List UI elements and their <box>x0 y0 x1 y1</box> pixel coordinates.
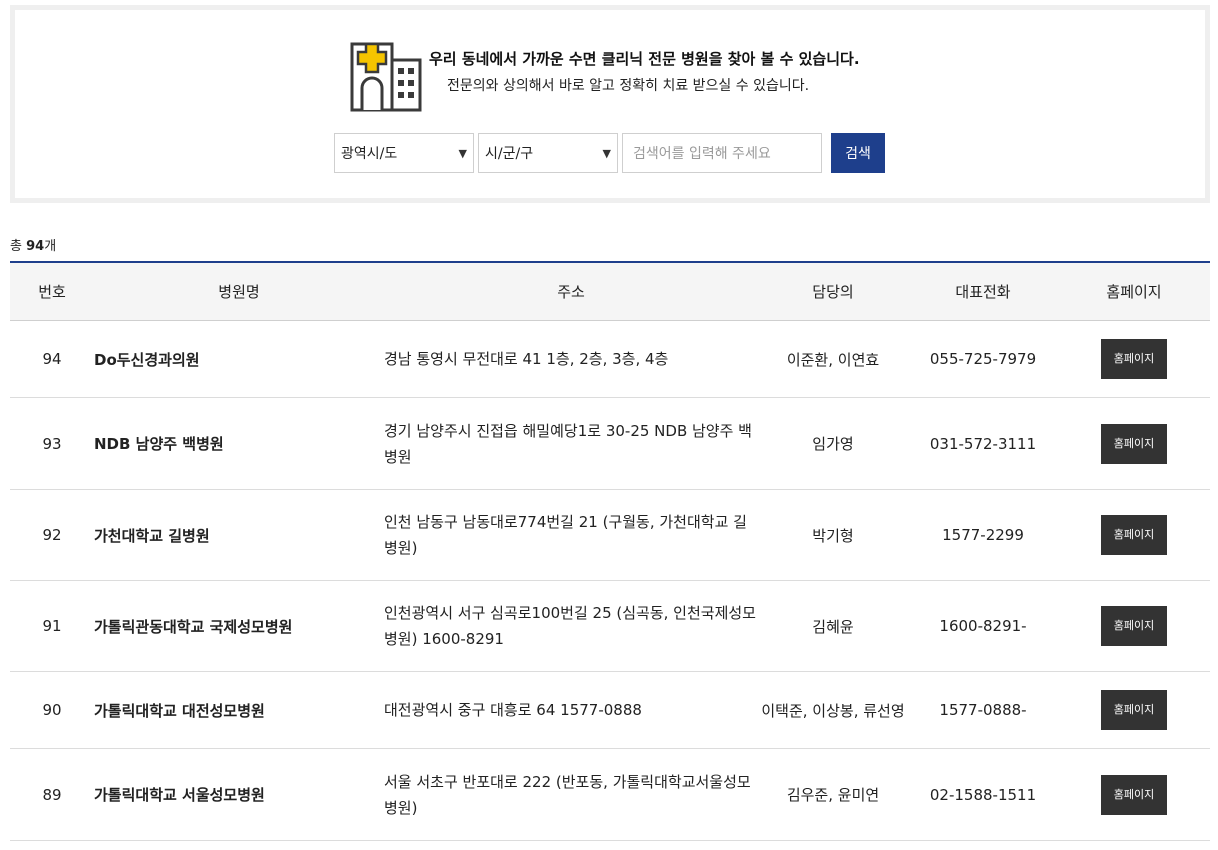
table-header-row: 번호 병원명 주소 담당의 대표전화 홈페이지 <box>10 262 1210 321</box>
province-select[interactable]: 광역시/도 ▼ <box>334 133 474 173</box>
hospital-address: 인천광역시 서구 심곡로100번길 25 (심곡동, 인천국제성모병원) 160… <box>384 580 758 672</box>
city-select-value: 시/군/구 <box>485 146 534 162</box>
homepage-button[interactable]: 홈페이지 <box>1101 690 1167 730</box>
hospital-phone: 02-1588-1511 <box>908 748 1058 841</box>
column-header-address: 주소 <box>384 262 758 321</box>
hospital-address: 대전광역시 중구 대흥로 64 1577-0888 <box>384 671 758 749</box>
homepage-button[interactable]: 홈페이지 <box>1101 515 1167 555</box>
homepage-button[interactable]: 홈페이지 <box>1101 606 1167 646</box>
hospital-phone: 1577-0888- <box>908 671 1058 749</box>
result-count-suffix: 개 <box>44 239 57 254</box>
search-panel: 우리 동네에서 가까운 수면 클리닉 전문 병원을 찾아 볼 수 있습니다. 전… <box>10 5 1210 203</box>
search-input-placeholder: 검색어를 입력해 주세요 <box>633 146 771 162</box>
homepage-button[interactable]: 홈페이지 <box>1101 339 1167 379</box>
province-select-value: 광역시/도 <box>341 146 398 162</box>
hospital-doctor: 임가영 <box>758 397 908 490</box>
hospital-phone: 1600-8291- <box>908 580 1058 672</box>
table-row: 91 가톨릭관동대학교 국제성모병원 인천광역시 서구 심곡로100번길 25 … <box>10 580 1210 672</box>
row-number: 90 <box>10 671 94 749</box>
hospital-address: 서울 서초구 반포대로 222 (반포동, 가톨릭대학교서울성모병원) <box>384 748 758 841</box>
page-subtitle: 전문의와 상의해서 바로 알고 정확히 치료 받으실 수 있습니다. <box>447 78 810 94</box>
hospital-table: 번호 병원명 주소 담당의 대표전화 홈페이지 94 Do두신경과의원 경남 통… <box>10 261 1210 841</box>
column-header-doctor: 담당의 <box>758 262 908 321</box>
column-header-number: 번호 <box>10 262 94 321</box>
page-title: 우리 동네에서 가까운 수면 클리닉 전문 병원을 찾아 볼 수 있습니다. <box>429 50 860 68</box>
row-number: 93 <box>10 397 94 490</box>
column-header-phone: 대표전화 <box>908 262 1058 321</box>
hospital-name-link[interactable]: NDB 남양주 백병원 <box>94 397 384 490</box>
hospital-address: 인천 남동구 남동대로774번길 21 (구월동, 가천대학교 길병원) <box>384 489 758 581</box>
table-row: 94 Do두신경과의원 경남 통영시 무전대로 41 1층, 2층, 3층, 4… <box>10 320 1210 398</box>
search-input[interactable]: 검색어를 입력해 주세요 <box>622 133 822 173</box>
hospital-address: 경기 남양주시 진접읍 해밀예당1로 30-25 NDB 남양주 백병원 <box>384 397 758 490</box>
table-row: 93 NDB 남양주 백병원 경기 남양주시 진접읍 해밀예당1로 30-25 … <box>10 397 1210 490</box>
row-number: 91 <box>10 580 94 672</box>
hospital-phone: 031-572-3111 <box>908 397 1058 490</box>
hospital-icon <box>350 42 422 112</box>
chevron-down-icon: ▼ <box>458 146 467 160</box>
row-number: 89 <box>10 748 94 841</box>
table-row: 92 가천대학교 길병원 인천 남동구 남동대로774번길 21 (구월동, 가… <box>10 489 1210 581</box>
result-count-number: 94 <box>26 239 45 254</box>
homepage-button[interactable]: 홈페이지 <box>1101 423 1167 464</box>
column-header-hospital-name: 병원명 <box>94 262 384 321</box>
hospital-doctor: 김우준, 윤미연 <box>758 748 908 841</box>
hospital-phone: 055-725-7979 <box>908 320 1058 398</box>
search-button[interactable]: 검색 <box>831 133 885 173</box>
hospital-name-link[interactable]: 가톨릭관동대학교 국제성모병원 <box>94 580 384 672</box>
hospital-name-link[interactable]: 가톨릭대학교 서울성모병원 <box>94 748 384 841</box>
column-header-homepage: 홈페이지 <box>1058 262 1210 321</box>
hospital-doctor: 이택준, 이상봉, 류선영 <box>758 671 908 749</box>
hospital-phone: 1577-2299 <box>908 489 1058 581</box>
homepage-button[interactable]: 홈페이지 <box>1101 774 1167 815</box>
hospital-name-link[interactable]: 가톨릭대학교 대전성모병원 <box>94 671 384 749</box>
hospital-name-link[interactable]: Do두신경과의원 <box>94 320 384 398</box>
hospital-doctor: 김혜윤 <box>758 580 908 672</box>
table-row: 90 가톨릭대학교 대전성모병원 대전광역시 중구 대흥로 64 1577-08… <box>10 671 1210 749</box>
chevron-down-icon: ▼ <box>602 146 611 160</box>
hospital-doctor: 이준환, 이연효 <box>758 320 908 398</box>
hospital-address: 경남 통영시 무전대로 41 1층, 2층, 3층, 4층 <box>384 320 758 398</box>
result-count: 총 94개 <box>10 235 56 254</box>
table-row: 89 가톨릭대학교 서울성모병원 서울 서초구 반포대로 222 (반포동, 가… <box>10 748 1210 841</box>
hospital-name-link[interactable]: 가천대학교 길병원 <box>94 489 384 581</box>
hospital-doctor: 박기형 <box>758 489 908 581</box>
city-select[interactable]: 시/군/구 ▼ <box>478 133 618 173</box>
row-number: 92 <box>10 489 94 581</box>
result-count-prefix: 총 <box>10 239 27 254</box>
row-number: 94 <box>10 320 94 398</box>
